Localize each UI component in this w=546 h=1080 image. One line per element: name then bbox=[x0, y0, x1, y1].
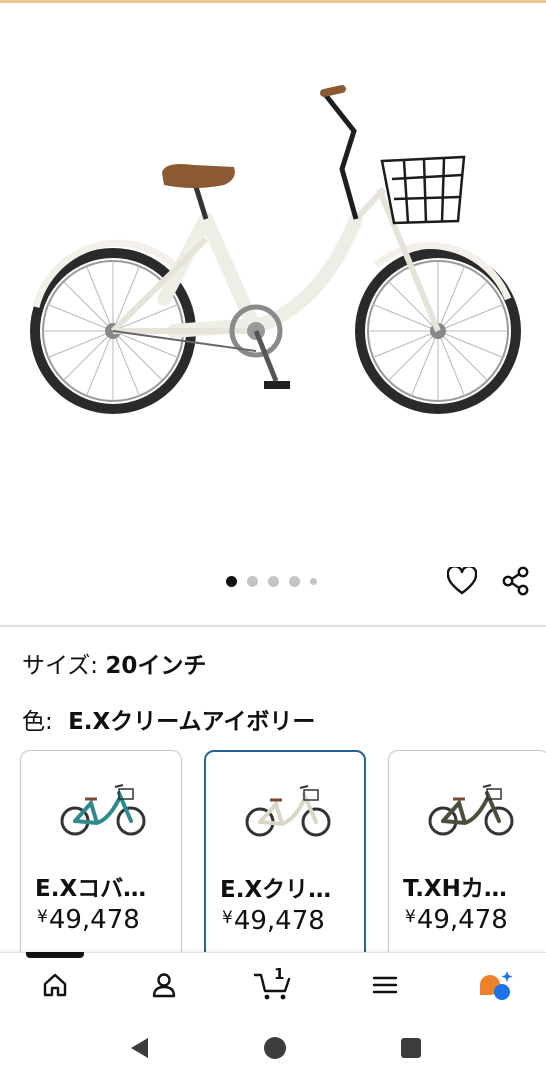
color-swatch-list: E.Xコバ… ¥49,478 E.Xクリ… ¥49,478 T.XHカ… ¥49… bbox=[20, 748, 546, 952]
nav-assistant[interactable] bbox=[464, 962, 524, 1008]
swatch-thumbnail bbox=[428, 784, 514, 836]
cart-icon bbox=[253, 973, 291, 1000]
swatch-name: E.Xコバ… bbox=[35, 876, 147, 902]
system-recents-button[interactable] bbox=[396, 1034, 426, 1062]
color-label: 色: bbox=[22, 709, 61, 735]
system-home-button[interactable] bbox=[260, 1034, 290, 1062]
color-value: E.Xクリームアイボリー bbox=[68, 709, 316, 735]
front-basket bbox=[380, 155, 466, 225]
swatch-price: ¥49,478 bbox=[37, 905, 140, 935]
home-icon bbox=[43, 973, 67, 997]
nav-menu[interactable] bbox=[355, 962, 415, 1008]
heart-icon bbox=[447, 567, 477, 595]
swatch-thumbnail bbox=[245, 785, 331, 837]
yen-symbol: ¥ bbox=[37, 907, 48, 927]
yen-symbol: ¥ bbox=[222, 908, 233, 928]
swatch-price-value: 49,478 bbox=[48, 905, 140, 935]
swatch-card-khaki[interactable]: T.XHカ… ¥49,478 bbox=[388, 750, 546, 952]
color-row: 色: E.Xクリームアイボリー bbox=[22, 704, 315, 740]
account-icon bbox=[152, 973, 176, 998]
size-row: サイズ: 20インチ bbox=[22, 648, 206, 684]
product-image[interactable] bbox=[24, 69, 524, 441]
swatch-name: T.XHカ… bbox=[403, 876, 507, 902]
home-circle-icon bbox=[264, 1037, 286, 1059]
nav-account[interactable] bbox=[134, 962, 194, 1008]
system-back-button[interactable] bbox=[124, 1034, 154, 1062]
back-icon bbox=[131, 1038, 148, 1058]
active-tab-indicator bbox=[26, 952, 84, 958]
carousel-dot[interactable] bbox=[247, 575, 258, 587]
swatch-thumbnail bbox=[60, 784, 146, 836]
size-label: サイズ: bbox=[22, 653, 106, 679]
carousel-dot[interactable] bbox=[310, 577, 317, 585]
swatch-price: ¥49,478 bbox=[405, 905, 508, 935]
share-icon bbox=[502, 566, 529, 596]
wishlist-button[interactable] bbox=[444, 563, 480, 599]
menu-icon bbox=[372, 976, 398, 994]
nav-home[interactable] bbox=[25, 962, 85, 1008]
share-button[interactable] bbox=[498, 563, 534, 599]
swatch-price: ¥49,478 bbox=[222, 906, 325, 936]
swatch-name: E.Xクリ… bbox=[220, 877, 332, 903]
carousel-dot[interactable] bbox=[268, 575, 279, 587]
section-divider bbox=[0, 625, 546, 627]
swatch-price-value: 49,478 bbox=[416, 905, 508, 935]
carousel-dot[interactable] bbox=[226, 575, 237, 587]
swatch-card-cream[interactable]: E.Xクリ… ¥49,478 bbox=[204, 750, 366, 952]
cart-count-badge: 1 bbox=[274, 965, 285, 983]
product-image-area[interactable] bbox=[0, 3, 546, 625]
yen-symbol: ¥ bbox=[405, 907, 416, 927]
swatch-price-value: 49,478 bbox=[233, 906, 325, 936]
nav-cart[interactable] bbox=[243, 962, 303, 1008]
recents-icon bbox=[401, 1038, 421, 1058]
assistant-icon bbox=[480, 971, 513, 1000]
carousel-dot[interactable] bbox=[289, 575, 300, 587]
size-value: 20インチ bbox=[105, 653, 207, 679]
swatch-card-cobalt[interactable]: E.Xコバ… ¥49,478 bbox=[20, 750, 182, 952]
carousel-dots[interactable] bbox=[226, 575, 317, 587]
